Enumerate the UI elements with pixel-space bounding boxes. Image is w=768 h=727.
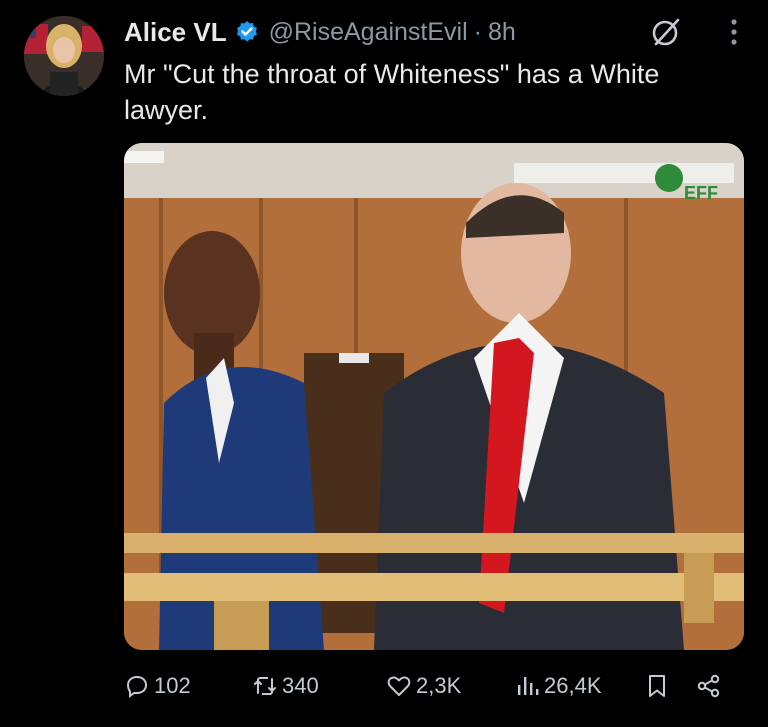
views-count: 26,4K bbox=[544, 673, 602, 698]
retweet-count: 340 bbox=[282, 673, 319, 698]
views-icon bbox=[518, 677, 539, 695]
like-button[interactable]: 2,3K bbox=[386, 668, 461, 704]
tweet-time[interactable]: 8h bbox=[488, 18, 516, 47]
efff-watermark: EFF bbox=[684, 183, 718, 203]
like-count: 2,3K bbox=[416, 673, 462, 698]
share-icon bbox=[697, 674, 720, 698]
separator-dot: · bbox=[473, 17, 482, 46]
author-name[interactable]: Alice VL bbox=[124, 17, 227, 48]
reply-button[interactable]: 102 bbox=[124, 668, 191, 704]
views-button[interactable]: 26,4K bbox=[514, 668, 602, 704]
bookmark-button[interactable] bbox=[644, 668, 674, 704]
tweet-media-image[interactable]: EFF bbox=[124, 143, 744, 650]
avatar[interactable] bbox=[24, 16, 104, 96]
grok-icon[interactable] bbox=[650, 16, 682, 48]
reply-icon bbox=[126, 675, 148, 698]
author-handle[interactable]: @RiseAgainstEvil bbox=[269, 18, 468, 47]
reply-count: 102 bbox=[154, 673, 191, 698]
more-icon[interactable] bbox=[726, 14, 742, 50]
share-button[interactable] bbox=[696, 668, 726, 704]
tweet-header: Alice VL @RiseAgainstEvil · 8h bbox=[124, 14, 738, 50]
bookmark-icon bbox=[649, 675, 665, 697]
retweet-icon bbox=[254, 677, 276, 695]
retweet-button[interactable]: 340 bbox=[252, 668, 319, 704]
heart-icon bbox=[387, 676, 411, 696]
verified-badge-icon bbox=[235, 20, 259, 44]
tweet-text: Mr "Cut the throat of Whiteness" has a W… bbox=[124, 59, 660, 125]
tweet-actions: 102 340 2,3K 26,4K bbox=[124, 668, 744, 704]
